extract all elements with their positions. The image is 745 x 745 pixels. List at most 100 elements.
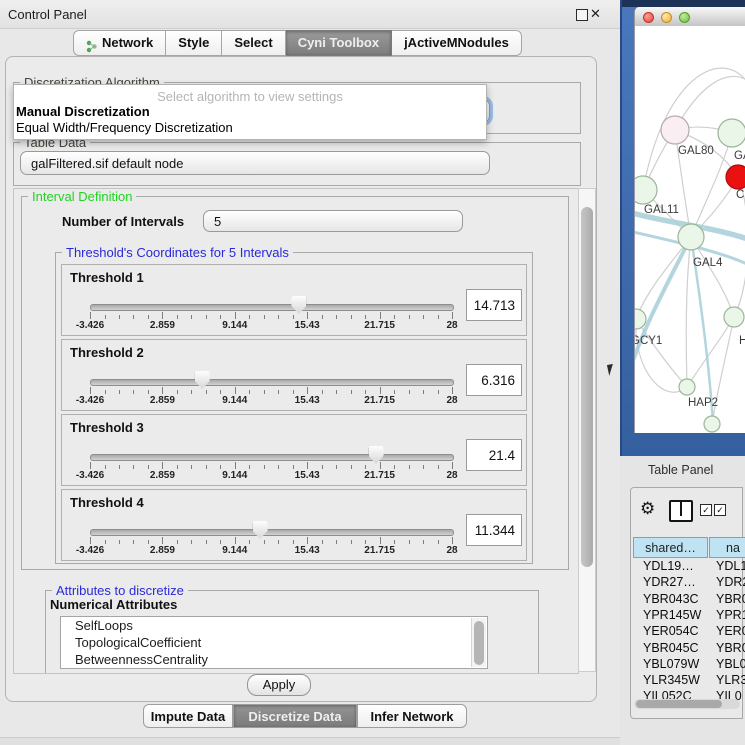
tick-mark (206, 465, 207, 469)
tick-label: 9.144 (222, 545, 247, 556)
table-row-cell[interactable]: YBR045C (643, 641, 699, 655)
network-node[interactable] (704, 416, 720, 432)
tab-select[interactable]: Select (222, 30, 285, 56)
slider-track[interactable] (90, 379, 454, 386)
float-window-icon[interactable] (576, 9, 588, 21)
tab-network[interactable]: Network (73, 30, 166, 56)
tick-mark (423, 315, 424, 319)
tick-mark (293, 540, 294, 544)
network-node[interactable] (726, 165, 745, 189)
apply-button[interactable]: Apply (247, 674, 311, 696)
network-node[interactable] (635, 309, 646, 329)
table-row-cell[interactable]: YLR345W (643, 673, 700, 687)
tick-mark (235, 387, 236, 394)
slider-track[interactable] (90, 454, 454, 461)
slider-track[interactable] (90, 529, 454, 536)
tick-mark (322, 540, 323, 544)
list-scrollbar[interactable] (471, 618, 486, 667)
network-window-titlebar[interactable] (634, 7, 745, 27)
table-row-cell[interactable]: YBR0 (716, 592, 745, 606)
slider-track[interactable] (90, 304, 454, 311)
table-header-shared-name[interactable]: shared… (633, 537, 708, 558)
table-row-cell[interactable]: YBR0 (716, 641, 745, 655)
tab-infer-network[interactable]: Infer Network (357, 704, 467, 728)
table-row-cell[interactable]: YPR145W (643, 608, 701, 622)
tick-mark (119, 315, 120, 319)
tick-mark (90, 537, 91, 544)
table-row-cell[interactable]: YPR1 (716, 608, 745, 622)
tab-impute-data[interactable]: Impute Data (143, 704, 233, 728)
table-row-cell[interactable]: YDR27… (643, 575, 696, 589)
dropdown-option-manual[interactable]: Manual Discretization (16, 104, 150, 119)
table-row-cell[interactable]: YBL079W (643, 657, 699, 671)
network-node[interactable] (678, 224, 704, 250)
table-row-cell[interactable]: YLR3 (716, 673, 745, 687)
dropdown-option-equal-width[interactable]: Equal Width/Frequency Discretization (16, 120, 233, 135)
tick-mark (191, 390, 192, 394)
network-edge (686, 237, 691, 387)
tick-mark (162, 537, 163, 544)
checkbox-icon[interactable]: ✓ (714, 504, 726, 516)
table-row-cell[interactable]: YDR2 (716, 575, 745, 589)
network-view-canvas[interactable]: GAL80GACGAL11GAL4GCY1HHAP2 (634, 26, 745, 433)
tick-mark (191, 465, 192, 469)
threshold-value-field[interactable]: 21.4 (466, 439, 522, 471)
close-icon[interactable]: ✕ (590, 6, 601, 22)
column-layout-icon[interactable] (669, 500, 693, 522)
list-item[interactable]: SelfLoops (61, 617, 487, 634)
table-row-cell[interactable]: YER0 (716, 624, 745, 638)
table-row-cell[interactable]: YBR043C (643, 592, 699, 606)
table-row-cell[interactable]: YBL0 (716, 657, 745, 671)
zoom-traffic-light[interactable] (679, 12, 690, 23)
horizontal-scrollbar-thumb[interactable] (636, 700, 722, 708)
network-node[interactable] (718, 119, 745, 147)
threshold-panel-1: Threshold 1-3.4262.8599.14415.4321.71528… (61, 264, 527, 336)
list-item[interactable]: TopologicalCoefficient (61, 634, 487, 651)
tab-style[interactable]: Style (166, 30, 222, 56)
horizontal-scrollbar[interactable] (634, 699, 740, 709)
tick-mark (249, 465, 250, 469)
tick-mark (409, 390, 410, 394)
num-intervals-combobox[interactable]: 5 (203, 210, 463, 232)
table-row-cell[interactable]: YDL19… (643, 559, 694, 573)
tick-label: 15.43 (295, 320, 320, 331)
slider-thumb[interactable] (291, 296, 306, 314)
scrollbar-thumb[interactable] (581, 207, 593, 567)
network-node[interactable] (661, 116, 689, 144)
tick-mark (365, 465, 366, 469)
tick-mark (278, 540, 279, 544)
gear-icon[interactable]: ⚙ (640, 499, 655, 519)
list-scrollbar-thumb[interactable] (474, 621, 484, 665)
tick-mark (235, 312, 236, 319)
tick-mark (278, 390, 279, 394)
checkbox-icon[interactable]: ✓ (700, 504, 712, 516)
tick-mark (162, 462, 163, 469)
table-row-cell[interactable]: YER054C (643, 624, 699, 638)
network-node[interactable] (724, 307, 744, 327)
slider-thumb[interactable] (369, 446, 384, 464)
thresholds-group-title: Threshold's Coordinates for 5 Intervals (62, 245, 293, 260)
close-traffic-light[interactable] (643, 12, 654, 23)
tab-discretize-data[interactable]: Discretize Data (233, 704, 357, 728)
list-item[interactable]: BetweennessCentrality (61, 651, 487, 668)
threshold-value-field[interactable]: 6.316 (466, 364, 522, 396)
tab-jactivemnodules[interactable]: jActiveMNodules (392, 30, 522, 56)
network-node[interactable] (679, 379, 695, 395)
slider-thumb[interactable] (253, 521, 268, 539)
table-row-cell[interactable]: YDL1 (716, 559, 745, 573)
attributes-listbox[interactable]: SelfLoopsTopologicalCoefficientBetweenne… (60, 616, 488, 669)
tab-cyni-toolbox[interactable]: Cyni Toolbox (286, 30, 392, 56)
table-header-name[interactable]: na (709, 537, 745, 558)
threshold-value-field[interactable]: 11.344 (466, 514, 522, 546)
tick-mark (438, 315, 439, 319)
minimize-traffic-light[interactable] (661, 12, 672, 23)
tick-mark (351, 540, 352, 544)
tick-label: 2.859 (150, 320, 175, 331)
threshold-value-field[interactable]: 14.713 (466, 289, 522, 321)
network-node[interactable] (635, 176, 657, 204)
vertical-scrollbar[interactable] (578, 188, 596, 672)
slider-thumb[interactable] (195, 371, 210, 389)
tick-mark (148, 465, 149, 469)
tick-mark (380, 387, 381, 394)
table-data-combobox[interactable]: galFiltered.sif default node (20, 151, 490, 175)
